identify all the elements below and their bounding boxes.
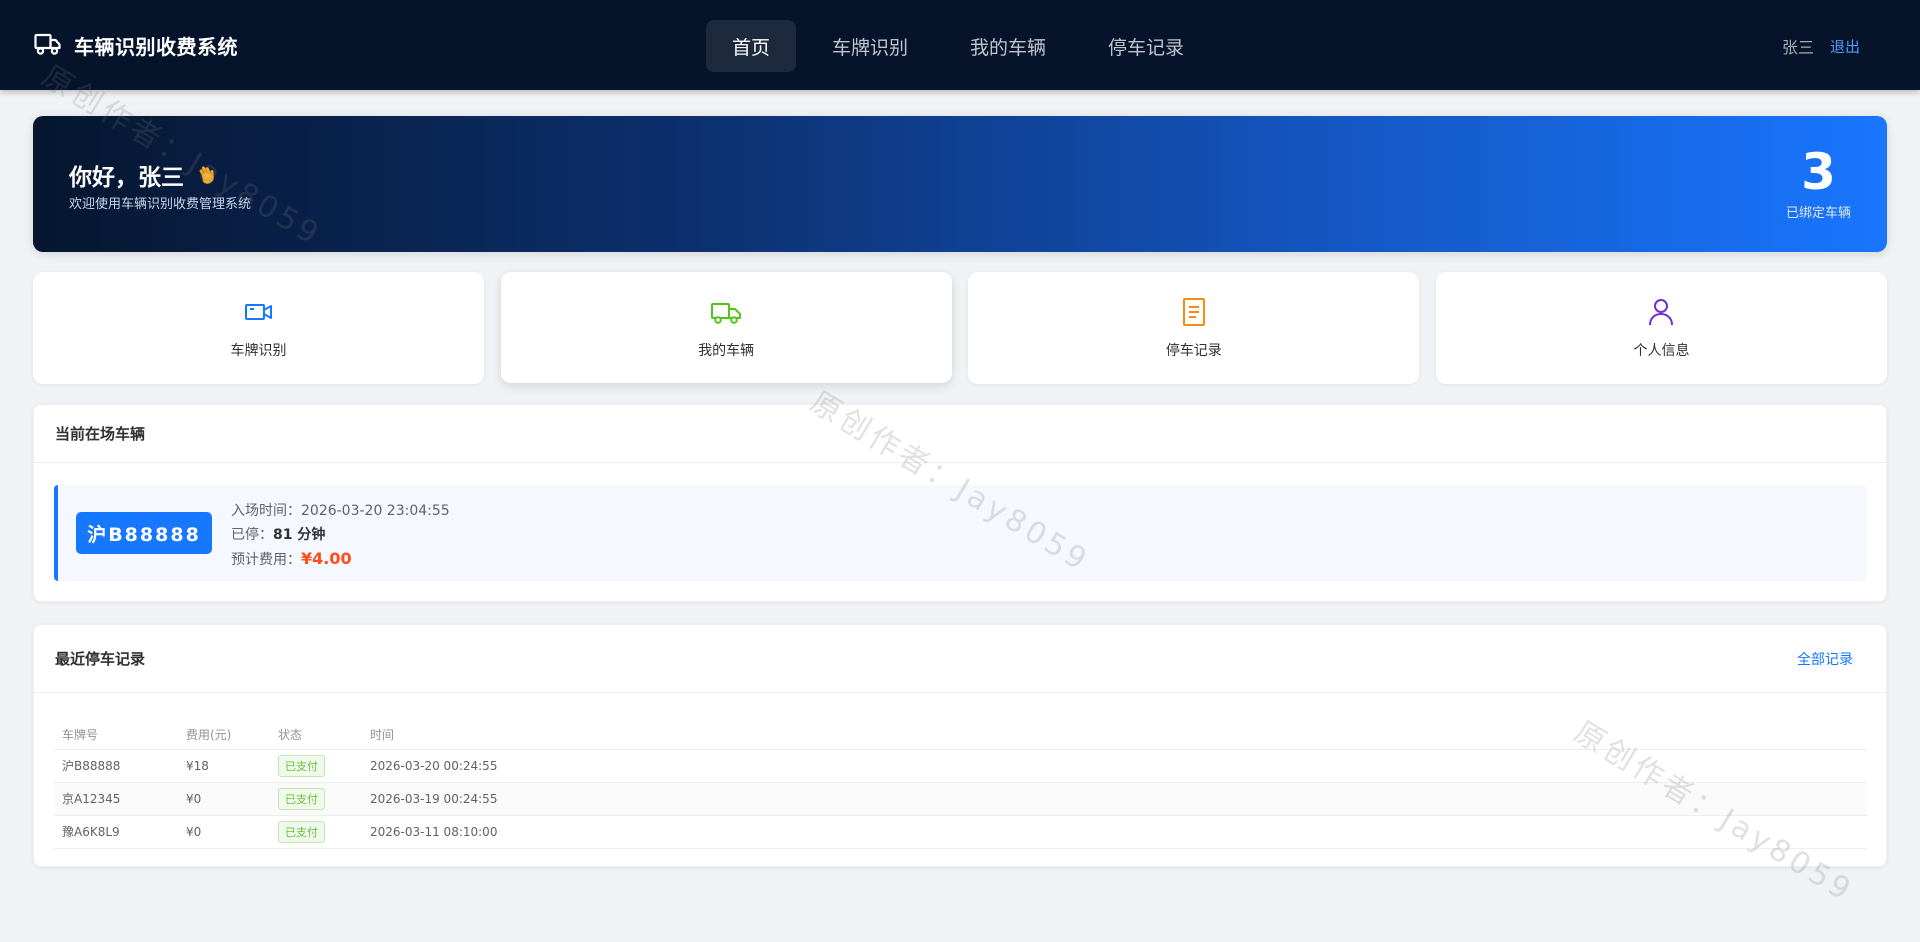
table-row[interactable]: 京A12345 ¥0 已支付 2026-03-19 00:24:55 (54, 782, 1867, 816)
card-label: 个人信息 (1633, 343, 1690, 359)
records-table: 车牌号 费用(元) 状态 时间 沪B88888 ¥18 已支付 2026-03-… (54, 721, 1867, 849)
panel-header: 最近停车记录 全部记录 (34, 625, 1886, 693)
cell-plate: 沪B88888 (54, 749, 178, 783)
truck-logo-icon (34, 32, 62, 60)
table-header-row: 车牌号 费用(元) 状态 时间 (54, 721, 1867, 750)
app-title: 车辆识别收费系统 (74, 35, 238, 59)
vehicle-info: 入场时间：2026-03-20 23:04:55 已停：81 分钟 预计费用：¥… (231, 499, 450, 572)
camera-icon (243, 296, 275, 328)
main-nav: 首页 车牌识别 我的车辆 停车记录 (706, 20, 1220, 72)
cell-time: 2026-03-19 00:24:55 (362, 782, 1867, 816)
card-profile[interactable]: 个人信息 (1435, 272, 1887, 384)
panel-title: 当前在场车辆 (55, 425, 146, 443)
logout-button[interactable]: 退出 (1830, 36, 1860, 57)
cell-fee: ¥0 (178, 782, 270, 816)
column-header: 费用(元) (178, 721, 270, 750)
cell-fee: ¥18 (178, 749, 270, 783)
fee-value: ¥4.00 (301, 549, 352, 568)
column-header: 时间 (362, 721, 1867, 750)
card-parking-records[interactable]: 停车记录 (968, 272, 1420, 384)
cell-time: 2026-03-11 08:10:00 (362, 815, 1867, 849)
quick-actions: 车牌识别 我的车辆 停车记录 个人信息 (33, 272, 1887, 384)
cell-plate: 豫A6K8L9 (54, 815, 178, 849)
welcome-banner: 你好，张三 欢迎使用车辆识别收费管理系统 3 已绑定车辆 (33, 116, 1887, 252)
recent-records-panel: 最近停车记录 全部记录 车牌号 费用(元) 状态 时间 沪B88888 ¥18 … (33, 624, 1887, 867)
card-plate-recognition[interactable]: 车牌识别 (33, 272, 484, 384)
panel-header: 当前在场车辆 (34, 405, 1886, 463)
column-header: 车牌号 (54, 721, 178, 750)
user-icon (1645, 296, 1677, 328)
column-header: 状态 (270, 721, 362, 750)
greeting-text: 你好，张三 (69, 165, 184, 191)
card-label: 停车记录 (1165, 343, 1222, 359)
entry-time-value: 2026-03-20 23:04:55 (301, 503, 450, 519)
duration-label: 已停： (231, 527, 273, 543)
nav-item-my-vehicles[interactable]: 我的车辆 (944, 20, 1072, 72)
nav-item-parking-records[interactable]: 停车记录 (1082, 20, 1210, 72)
brand[interactable]: 车辆识别收费系统 (34, 31, 238, 60)
entry-time-row: 入场时间：2026-03-20 23:04:55 (231, 499, 450, 523)
cell-status: 已支付 (270, 782, 362, 816)
cell-status: 已支付 (270, 815, 362, 849)
bound-vehicles-label: 已绑定车辆 (1785, 206, 1851, 221)
card-label: 我的车辆 (698, 342, 755, 359)
table-row[interactable]: 豫A6K8L9 ¥0 已支付 2026-03-11 08:10:00 (54, 815, 1867, 849)
greeting-subtitle: 欢迎使用车辆识别收费管理系统 (69, 197, 252, 212)
greeting: 你好，张三 (69, 158, 218, 192)
panel-title: 最近停车记录 (55, 650, 146, 668)
bound-vehicles-count: 3 (1801, 143, 1836, 201)
top-navbar: 车辆识别收费系统 首页 车牌识别 我的车辆 停车记录 张三 退出 (0, 0, 1920, 90)
fee-label: 预计费用： (231, 552, 301, 568)
truck-icon (710, 296, 742, 328)
cell-plate: 京A12345 (54, 782, 178, 816)
duration-value: 81 分钟 (273, 527, 326, 543)
cell-fee: ¥0 (178, 815, 270, 849)
document-icon (1178, 296, 1210, 328)
current-vehicle-card: 沪B88888 入场时间：2026-03-20 23:04:55 已停：81 分… (54, 485, 1867, 581)
card-my-vehicles[interactable]: 我的车辆 (500, 272, 952, 383)
fee-row: 预计费用：¥4.00 (231, 547, 450, 572)
nav-item-plate-recognition[interactable]: 车牌识别 (806, 20, 934, 72)
bound-vehicles-stat: 3 已绑定车辆 (1786, 144, 1851, 221)
cell-status: 已支付 (270, 749, 362, 783)
user-area: 张三 退出 (1782, 34, 1860, 58)
status-badge: 已支付 (278, 787, 325, 810)
all-records-link[interactable]: 全部记录 (1797, 649, 1853, 669)
cell-time: 2026-03-20 00:24:55 (362, 749, 1867, 783)
duration-row: 已停：81 分钟 (231, 523, 450, 547)
status-badge: 已支付 (278, 754, 325, 777)
license-plate: 沪B88888 (76, 512, 212, 554)
entry-time-label: 入场时间： (231, 503, 301, 519)
status-badge: 已支付 (278, 820, 325, 843)
current-vehicle-panel: 当前在场车辆 沪B88888 入场时间：2026-03-20 23:04:55 … (33, 404, 1887, 602)
waving-hand-icon (196, 164, 218, 186)
nav-item-home[interactable]: 首页 (706, 20, 797, 72)
table-row[interactable]: 沪B88888 ¥18 已支付 2026-03-20 00:24:55 (54, 749, 1867, 783)
card-label: 车牌识别 (230, 343, 287, 359)
username[interactable]: 张三 (1782, 34, 1814, 58)
